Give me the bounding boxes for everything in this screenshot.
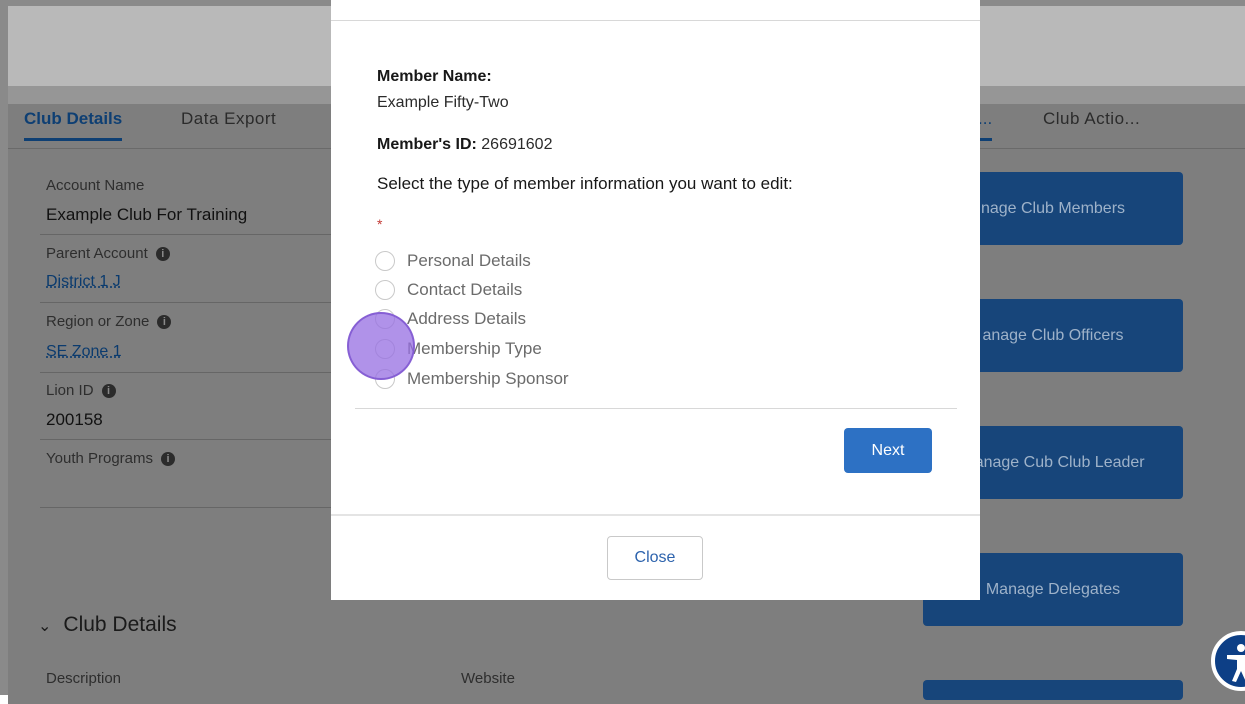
close-button[interactable]: Close bbox=[607, 536, 703, 580]
member-id-value: 26691602 bbox=[481, 136, 553, 153]
field-divider bbox=[40, 372, 376, 373]
website-label: Website bbox=[461, 670, 515, 687]
info-icon[interactable]: i bbox=[155, 247, 170, 261]
info-icon[interactable]: i bbox=[161, 452, 176, 466]
chevron-down-icon: ⌄ bbox=[38, 618, 52, 635]
next-button[interactable]: Next bbox=[844, 428, 932, 473]
parent-account-link[interactable]: District 1 J bbox=[46, 273, 121, 291]
required-indicator: * bbox=[377, 216, 383, 232]
tab-club-details[interactable]: Club Details bbox=[24, 109, 123, 141]
option-contact-details[interactable]: Contact Details bbox=[375, 277, 522, 303]
tab-club-actions[interactable]: Club Actio... bbox=[1043, 109, 1140, 129]
edit-member-modal: Member Name: Example Fifty-Two Member's … bbox=[331, 0, 980, 600]
lion-id-value: 200158 bbox=[46, 410, 103, 429]
field-divider bbox=[40, 439, 376, 440]
lion-id-label-text: Lion ID bbox=[46, 382, 94, 399]
option-label: Membership Type bbox=[407, 339, 542, 358]
youth-programs-label: Youth Programs i bbox=[46, 450, 176, 467]
description-label: Description bbox=[46, 670, 122, 687]
region-zone-label-text: Region or Zone bbox=[46, 313, 150, 330]
club-details-section-toggle[interactable]: ⌄ Club Details bbox=[38, 613, 177, 637]
lion-id-label: Lion ID i bbox=[46, 382, 116, 399]
tab-data-export[interactable]: Data Export bbox=[181, 109, 276, 129]
section-title-text: Club Details bbox=[63, 613, 177, 636]
action-button-partial[interactable] bbox=[923, 680, 1183, 700]
field-divider bbox=[40, 302, 376, 303]
member-id: Member's ID: 26691602 bbox=[377, 136, 552, 154]
youth-programs-label-text: Youth Programs bbox=[46, 450, 154, 467]
member-name-value: Example Fifty-Two bbox=[377, 94, 509, 111]
modal-header bbox=[331, 0, 980, 21]
option-label: Personal Details bbox=[407, 251, 531, 270]
click-indicator bbox=[347, 312, 415, 380]
region-zone-link[interactable]: SE Zone 1 bbox=[46, 343, 122, 361]
option-label: Membership Sponsor bbox=[407, 369, 569, 388]
member-id-label: Member's ID: bbox=[377, 136, 477, 153]
accessibility-icon[interactable] bbox=[1211, 631, 1245, 691]
member-name-label: Member Name: bbox=[377, 68, 492, 85]
accessibility-figure-icon bbox=[1227, 644, 1245, 682]
option-personal-details[interactable]: Personal Details bbox=[375, 248, 531, 274]
modal-footer: Close bbox=[331, 514, 980, 600]
region-zone-label: Region or Zone i bbox=[46, 313, 172, 330]
info-icon[interactable]: i bbox=[101, 384, 116, 398]
edit-type-question: Select the type of member information yo… bbox=[377, 174, 793, 193]
parent-account-label-text: Parent Account bbox=[46, 245, 148, 262]
account-name-value: Example Club For Training bbox=[46, 205, 248, 224]
info-icon[interactable]: i bbox=[157, 315, 172, 329]
radio-button[interactable] bbox=[375, 280, 395, 300]
modal-divider bbox=[355, 408, 957, 409]
tab-overflow[interactable]: ... bbox=[978, 109, 993, 141]
option-label: Address Details bbox=[407, 309, 527, 328]
option-label: Contact Details bbox=[407, 280, 523, 299]
account-name-label: Account Name bbox=[46, 177, 145, 194]
field-divider bbox=[40, 507, 376, 508]
parent-account-label: Parent Account i bbox=[46, 245, 170, 262]
field-divider bbox=[40, 234, 376, 235]
radio-button[interactable] bbox=[375, 251, 395, 271]
